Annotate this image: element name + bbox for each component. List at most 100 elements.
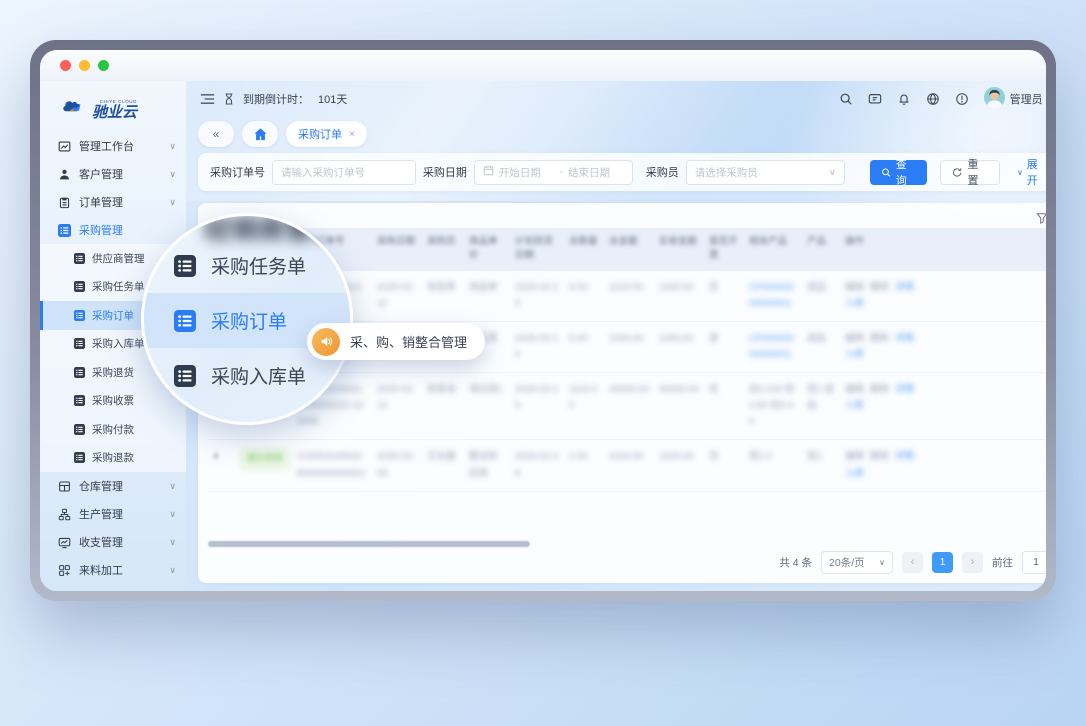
list-icon [74, 424, 85, 435]
row-action-link[interactable]: 删除 [870, 451, 889, 462]
user-menu[interactable]: 管理员 ∨ [984, 87, 1046, 111]
goto-label: 前往 [992, 555, 1013, 570]
close-window-button[interactable] [60, 60, 71, 71]
table-cell: 王永康 [422, 449, 464, 465]
info-icon[interactable] [955, 92, 969, 106]
row-action-link[interactable]: 编辑 [845, 333, 864, 344]
funnel-icon[interactable] [1036, 212, 1046, 224]
finance-icon [58, 536, 71, 549]
row-action-link[interactable]: 详情 [895, 384, 914, 395]
actions-cell: 编辑删除详情入库 [840, 331, 940, 363]
row-action-link[interactable]: 入库 [845, 400, 864, 411]
row-action-link[interactable]: 删除 [870, 282, 889, 293]
sidebar-item-dash[interactable]: 管理工作台∨ [40, 132, 186, 160]
table-cell: 5.00 [564, 280, 604, 296]
date-range-input[interactable]: 开始日期 - 结束日期 [474, 160, 633, 185]
sidebar-item-label: 仓库管理 [79, 478, 161, 494]
related-products-cell[interactable]: CP00000000000001 [744, 331, 802, 363]
dashboard-icon [58, 140, 71, 153]
magnified-menu-label: 采购订单 [211, 307, 287, 334]
table-cell: 2025-02-16 [510, 382, 564, 414]
sidebar-item-finance[interactable]: 收支管理∨ [40, 528, 186, 556]
maximize-window-button[interactable] [98, 60, 109, 71]
customer-icon [58, 168, 71, 181]
goto-page-input[interactable]: 1 [1022, 551, 1046, 574]
row-action-link[interactable]: 详情 [895, 451, 914, 462]
sidebar-item-warehouse[interactable]: 仓库管理 ∨ [40, 472, 186, 500]
related-products-cell[interactable]: CP00000000000001 [744, 280, 802, 312]
reset-button[interactable]: 重置 [940, 160, 1000, 185]
table-cell: 40000.00 [654, 382, 704, 398]
actions-cell: 编辑删除详情入库 [840, 382, 940, 414]
table-cell: 2025-02-12 [372, 382, 422, 414]
list-icon [74, 395, 85, 406]
list-icon [74, 367, 85, 378]
home-tab-button[interactable] [242, 121, 278, 147]
tab-purchase-order[interactable]: 采购订单 × [286, 121, 367, 147]
expand-toggle[interactable]: ∨ 展开 [1017, 156, 1046, 188]
sidebar-subitem[interactable]: 采购退款 [40, 444, 186, 473]
table-cell: 1000.00 [654, 280, 704, 296]
related-products-cell: 型1:2 [744, 449, 802, 465]
date-label: 采购日期 [423, 164, 467, 180]
row-action-link[interactable]: 入库 [845, 349, 864, 360]
row-action-link[interactable]: 编辑 [845, 451, 864, 462]
product-cell: 成品 [802, 280, 840, 296]
row-action-link[interactable]: 入库 [845, 468, 864, 479]
row-action-link[interactable]: 详情 [895, 333, 914, 344]
list-icon [74, 452, 85, 463]
buyer-select[interactable]: 请选择采购员 ∨ [686, 160, 845, 185]
row-action-link[interactable]: 编辑 [845, 384, 864, 395]
tabs-back-button[interactable]: « [198, 121, 234, 147]
table-cell: 2025-02-10 [510, 331, 564, 363]
magnifier-overlay: 经销商管理 采购任务单采购订单采购入库单采购退货 [141, 213, 353, 425]
bell-icon[interactable] [897, 92, 911, 106]
horizontal-scrollbar[interactable] [208, 541, 530, 547]
page-1-button[interactable]: 1 [932, 552, 953, 573]
related-products-cell: 创1:100 到1:60 创2:40 [744, 382, 802, 430]
chevron-down-icon: ∨ [169, 197, 176, 208]
list-icon [74, 281, 85, 292]
next-page-button[interactable]: › [962, 552, 983, 573]
chevron-down-icon: ∨ [829, 167, 836, 178]
collapse-sidebar-icon[interactable] [200, 93, 215, 105]
tab-label: 采购订单 [298, 126, 342, 142]
table-cell: 1024.00 [654, 449, 704, 465]
sidebar-item-production[interactable]: 生产管理∨ [40, 500, 186, 528]
table-cell: 否 [704, 449, 744, 465]
pagination: 共 4 条 20条/页 ∨ ‹ 1 › 前往 1 页 [208, 547, 1046, 577]
sidebar-subitem-label: 采购退款 [92, 450, 134, 465]
magnified-menu-item[interactable]: 采购任务单 [144, 238, 350, 293]
sidebar-item-customer[interactable]: 客户管理∨ [40, 160, 186, 188]
page-size-select[interactable]: 20条/页 ∨ [821, 551, 893, 574]
magnified-menu-item[interactable]: 采购退货 [144, 403, 350, 425]
chevron-down-icon: ∨ [169, 565, 176, 576]
warehouse-icon [58, 480, 71, 493]
column-header: 是否开票 [704, 235, 744, 264]
calendar-icon [483, 165, 494, 179]
sidebar-item-label: 收支管理 [79, 534, 161, 550]
sidebar-item-material[interactable]: 来料加工∨ [40, 556, 186, 584]
order-icon [58, 196, 71, 209]
minimize-window-button[interactable] [79, 60, 90, 71]
row-action-link[interactable]: 入库 [845, 298, 864, 309]
row-action-link[interactable]: 编辑 [845, 282, 864, 293]
globe-icon[interactable] [926, 92, 940, 106]
table-row[interactable]: 4部分到货CGDD202502080000000000012025-02-08王… [208, 440, 1046, 491]
prev-page-button[interactable]: ‹ [902, 552, 923, 573]
close-tab-icon[interactable]: × [349, 129, 355, 140]
search-button[interactable]: 查询 [870, 160, 928, 185]
message-icon[interactable] [868, 92, 882, 106]
sidebar-item-order[interactable]: 订单管理∨ [40, 188, 186, 216]
avatar [984, 87, 1005, 111]
actions-cell: 编辑删除详情入库 [840, 449, 940, 481]
sidebar-subitem-label: 采购任务单 [92, 279, 145, 294]
order-no-input[interactable]: 请输入采购订单号 [272, 160, 416, 185]
search-icon[interactable] [839, 92, 853, 106]
row-action-link[interactable]: 删除 [870, 384, 889, 395]
total-count: 共 4 条 [779, 555, 812, 570]
row-action-link[interactable]: 详情 [895, 282, 914, 293]
brand-logo: CHIYE CLOUD 驰业云 [40, 89, 186, 132]
row-action-link[interactable]: 删除 [870, 333, 889, 344]
chevron-down-icon: ∨ [169, 481, 176, 492]
